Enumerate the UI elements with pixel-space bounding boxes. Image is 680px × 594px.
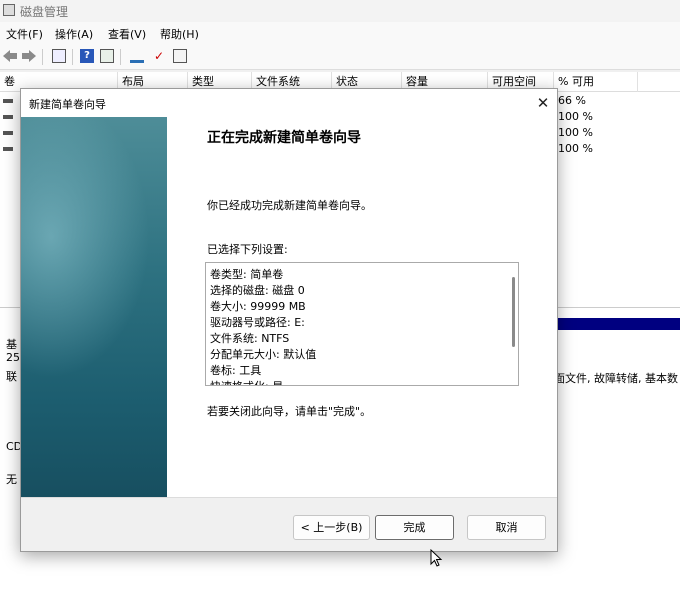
volume-icon <box>3 99 13 103</box>
disk-management-icon <box>3 4 15 16</box>
window-title: 磁盘管理 <box>20 5 69 19</box>
setting-drive-letter: 驱动器号或路径: E: <box>210 316 305 329</box>
partition-status-text: 面文件, 故障转储, 基本数 <box>554 372 678 385</box>
setting-quick-format: 快速格式化: 是 <box>210 378 283 385</box>
setting-file-system: 文件系统: NTFS <box>210 332 290 345</box>
volume-icon <box>3 115 13 119</box>
setting-allocation-unit: 分配单元大小: 默认值 <box>210 348 317 361</box>
volume-icon <box>3 147 13 151</box>
disk-size-fragment: 25 <box>6 351 20 364</box>
volume-icon <box>3 131 13 135</box>
setting-volume-type: 卷类型: 简单卷 <box>210 268 284 281</box>
window-titlebar: 磁盘管理 <box>0 0 680 22</box>
menu-help[interactable]: 帮助(H) <box>160 26 199 42</box>
close-hint: 若要关闭此向导，请单击"完成"。 <box>207 405 372 418</box>
console-icon[interactable] <box>100 49 114 63</box>
partition-header-bar <box>556 318 680 330</box>
footer-separator <box>21 497 557 498</box>
dialog-titlebar: 新建简单卷向导 ✕ <box>21 89 557 117</box>
cdrom-status-fragment: 无 <box>6 473 17 486</box>
check-icon[interactable]: ✓ <box>152 49 166 63</box>
percent-free-value: 100 % <box>558 126 593 139</box>
toolbar-separator <box>42 49 43 65</box>
properties-icon[interactable] <box>52 49 66 63</box>
toolbar-separator <box>120 49 121 65</box>
wizard-banner-image <box>21 117 167 497</box>
setting-selected-disk: 选择的磁盘: 磁盘 0 <box>210 284 305 297</box>
wizard-content: 正在完成新建简单卷向导 你已经成功完成新建简单卷向导。 已选择下列设置: 卷类型… <box>167 117 557 497</box>
column-percent-free[interactable]: % 可用 <box>554 72 638 92</box>
success-message: 你已经成功完成新建简单卷向导。 <box>207 199 372 212</box>
menu-view[interactable]: 查看(V) <box>108 26 146 42</box>
back-button[interactable]: < 上一步(B) <box>293 515 370 540</box>
setting-volume-label: 卷标: 工具 <box>210 364 262 377</box>
menu-bar: 文件(F) 操作(A) 查看(V) 帮助(H) <box>0 22 680 44</box>
new-simple-volume-wizard: 新建简单卷向导 ✕ 正在完成新建简单卷向导 你已经成功完成新建简单卷向导。 已选… <box>20 88 558 552</box>
disk-status-fragment: 联 <box>6 370 17 383</box>
toolbar: ? ✓ <box>0 44 680 70</box>
dialog-title: 新建简单卷向导 <box>29 98 106 111</box>
disk-label-fragment: 基 <box>6 338 17 351</box>
percent-free-value: 100 % <box>558 142 593 155</box>
forward-arrow-icon[interactable] <box>21 49 37 63</box>
help-icon[interactable]: ? <box>80 49 94 63</box>
mouse-cursor-icon <box>430 549 443 567</box>
percent-free-value: 66 % <box>558 94 586 107</box>
settings-scrollbar[interactable] <box>512 277 515 347</box>
finish-button[interactable]: 完成 <box>375 515 454 540</box>
toolbar-separator <box>72 49 73 65</box>
cancel-button[interactable]: 取消 <box>467 515 546 540</box>
setting-volume-size: 卷大小: 99999 MB <box>210 300 306 313</box>
settings-label: 已选择下列设置: <box>207 243 288 256</box>
list-view-icon[interactable] <box>173 49 187 63</box>
wizard-heading: 正在完成新建简单卷向导 <box>207 130 361 146</box>
back-arrow-icon[interactable] <box>2 49 18 63</box>
percent-free-value: 100 % <box>558 110 593 123</box>
settings-summary-box[interactable]: 卷类型: 简单卷 选择的磁盘: 磁盘 0 卷大小: 99999 MB 驱动器号或… <box>205 262 519 386</box>
menu-action[interactable]: 操作(A) <box>55 26 93 42</box>
disk-icon[interactable] <box>130 49 144 63</box>
menu-file[interactable]: 文件(F) <box>6 26 43 42</box>
close-icon[interactable]: ✕ <box>534 94 552 112</box>
